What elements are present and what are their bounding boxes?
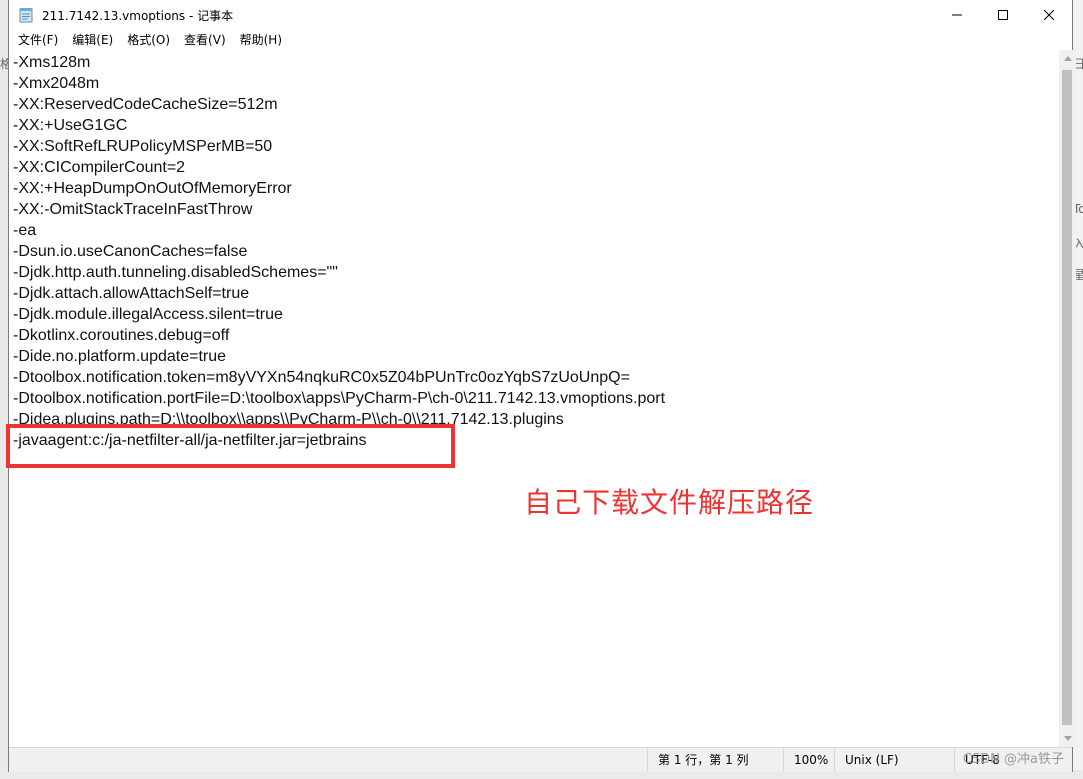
close-icon: [1044, 10, 1054, 20]
zoom-level: 100%: [783, 748, 828, 772]
text-line: -Dsun.io.useCanonCaches=false: [13, 243, 248, 260]
chevron-up-icon: [1063, 56, 1072, 61]
notepad-window: 211.7142.13.vmoptions - 记事本 文件(F) 编辑(E) …: [8, 0, 1076, 772]
text-line: -Xmx2048m: [13, 75, 100, 92]
text-line: -XX:SoftRefLRUPolicyMSPerMB=50: [13, 138, 273, 155]
notepad-icon: [18, 7, 34, 23]
menu-format[interactable]: 格式(O): [120, 30, 177, 50]
text-line: -Dkotlinx.coroutines.debug=off: [13, 327, 230, 344]
text-line: -Dtoolbox.notification.token=m8yVYXn54nq…: [13, 369, 630, 386]
scroll-down-button[interactable]: [1059, 730, 1076, 747]
title-bar[interactable]: 211.7142.13.vmoptions - 记事本: [9, 0, 1072, 30]
cursor-position: 第 1 行，第 1 列: [647, 748, 749, 772]
text-line: -Djdk.http.auth.tunneling.disabledScheme…: [13, 264, 338, 281]
text-line: -XX:CICompilerCount=2: [13, 159, 186, 176]
text-line: -ea: [13, 222, 37, 239]
annotation-text: 自己下载文件解压路径: [524, 486, 815, 519]
maximize-icon: [998, 10, 1008, 20]
text-line: -XX:+UseG1GC: [13, 117, 128, 134]
scroll-thumb[interactable]: [1062, 70, 1072, 725]
menu-file[interactable]: 文件(F): [11, 30, 65, 50]
status-bar: 第 1 行，第 1 列 100% Unix (LF) UTF-8 CSDN @冲…: [9, 747, 1072, 772]
text-line: -XX:+HeapDumpOnOutOfMemoryError: [13, 180, 292, 197]
maximize-button[interactable]: [980, 0, 1026, 30]
text-line: -XX:-OmitStackTraceInFastThrow: [13, 201, 253, 218]
background-left-strip: 格: [0, 0, 12, 779]
window-title: 211.7142.13.vmoptions - 记事本: [42, 8, 234, 23]
scroll-up-button[interactable]: [1059, 50, 1076, 67]
text-line: -Djdk.attach.allowAttachSelf=true: [13, 285, 250, 302]
close-button[interactable]: [1026, 0, 1072, 30]
text-line: -Xms128m: [13, 54, 91, 71]
text-line: -Djdk.module.illegalAccess.silent=true: [13, 306, 283, 323]
menu-bar: 文件(F) 编辑(E) 格式(O) 查看(V) 帮助(H): [9, 30, 1072, 50]
line-ending: Unix (LF): [834, 748, 899, 772]
menu-edit[interactable]: 编辑(E): [65, 30, 120, 50]
vertical-scrollbar[interactable]: [1059, 50, 1076, 747]
menu-help[interactable]: 帮助(H): [233, 30, 289, 50]
text-editor-area[interactable]: -Xms128m -Xmx2048m -XX:ReservedCodeCache…: [9, 50, 1059, 747]
minimize-icon: [952, 14, 962, 16]
chevron-down-icon: [1063, 736, 1072, 741]
csdn-watermark: CSDN @冲a铁子: [962, 752, 1064, 767]
text-line: -Dide.no.platform.update=true: [13, 348, 227, 365]
menu-view[interactable]: 查看(V): [177, 30, 233, 50]
minimize-button[interactable]: [934, 0, 980, 30]
highlight-box: [6, 424, 455, 468]
text-line: -Dtoolbox.notification.portFile=D:\toolb…: [13, 390, 666, 407]
text-line: -XX:ReservedCodeCacheSize=512m: [13, 96, 278, 113]
